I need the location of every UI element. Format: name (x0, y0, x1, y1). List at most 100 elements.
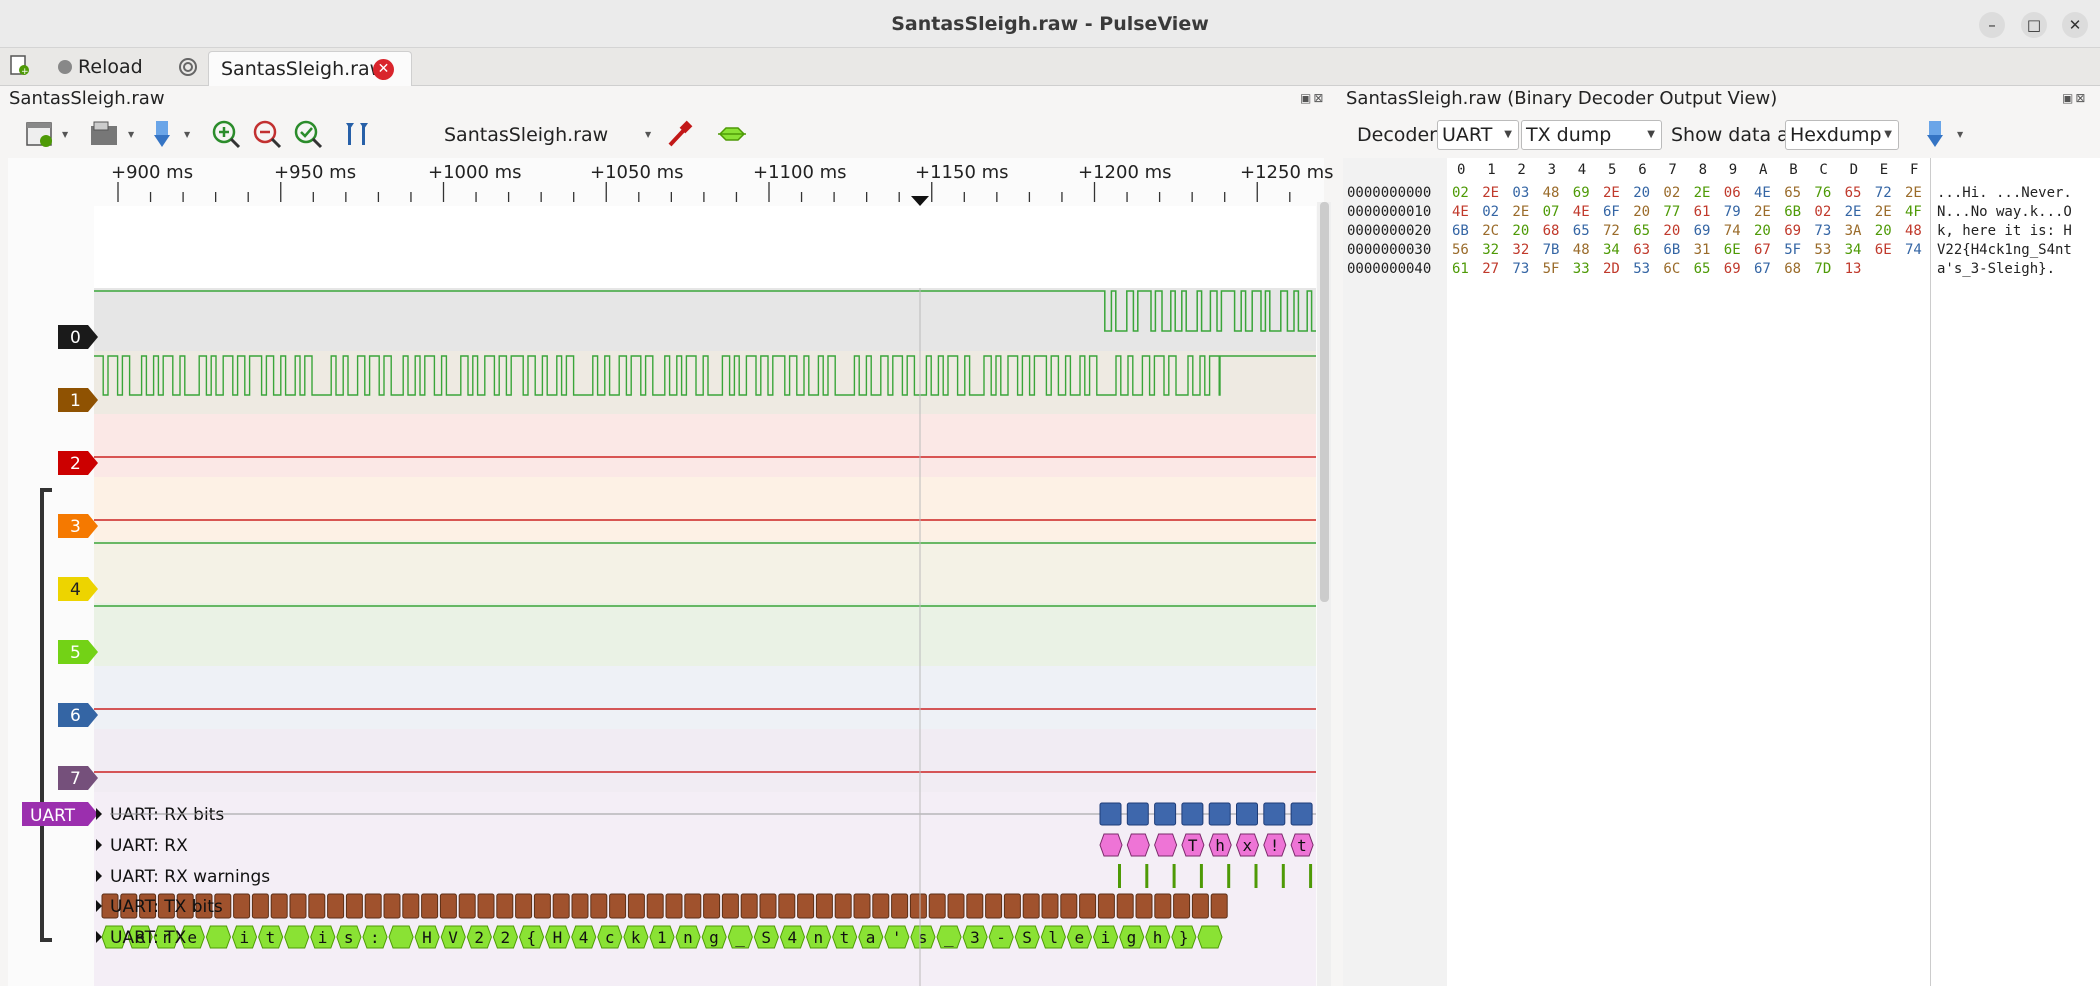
hex-byte[interactable]: 77 (1663, 204, 1680, 220)
decoder-select[interactable]: UART ▼ (1437, 120, 1519, 150)
hex-byte[interactable]: 65 (1694, 261, 1711, 277)
hex-byte[interactable]: 63 (1633, 242, 1650, 258)
zoom-fit-icon[interactable] (292, 118, 324, 150)
hex-byte[interactable]: 2E (1603, 185, 1620, 201)
save-output-icon[interactable] (1919, 118, 1951, 150)
reload-button[interactable]: Reload (58, 54, 143, 80)
hex-byte[interactable]: 07 (1543, 204, 1560, 220)
hex-byte[interactable]: 2D (1603, 261, 1620, 277)
zoom-out-icon[interactable] (251, 118, 283, 150)
hex-byte[interactable]: 20 (1512, 223, 1529, 239)
hex-byte[interactable]: 34 (1603, 242, 1620, 258)
hex-byte[interactable]: 32 (1482, 242, 1499, 258)
hex-byte[interactable]: 72 (1875, 185, 1892, 201)
hex-byte[interactable]: 4E (1754, 185, 1771, 201)
chevron-down-icon[interactable]: ▼ (62, 130, 68, 139)
hex-byte[interactable]: 20 (1754, 223, 1771, 239)
hex-byte[interactable]: 4E (1573, 204, 1590, 220)
hexdump-view[interactable]: 0123456789ABCDEF 0000000000 0000000010 000… (1343, 158, 2100, 986)
zoom-in-icon[interactable] (210, 118, 242, 150)
hex-byte[interactable]: 20 (1875, 223, 1892, 239)
hex-byte[interactable]: 61 (1452, 261, 1469, 277)
hex-byte[interactable]: 61 (1694, 204, 1711, 220)
close-window-button[interactable]: ✕ (2062, 12, 2088, 38)
hex-byte[interactable]: 2C (1482, 223, 1499, 239)
hex-byte[interactable]: 13 (1845, 261, 1862, 277)
hex-byte[interactable]: 65 (1633, 223, 1650, 239)
save-menu-icon[interactable] (88, 118, 120, 150)
hex-byte[interactable]: 79 (1724, 204, 1741, 220)
chevron-down-icon[interactable]: ▼ (128, 130, 134, 139)
tab-santassleigh[interactable]: SantasSleigh.raw ✕ (208, 51, 412, 86)
hex-byte[interactable]: 48 (1905, 223, 1922, 239)
probe-config-icon[interactable] (664, 118, 696, 150)
hex-byte[interactable]: 5F (1543, 261, 1560, 277)
hex-byte[interactable]: 3A (1845, 223, 1862, 239)
format-select[interactable]: Hexdump ▼ (1785, 120, 1899, 150)
hex-byte[interactable]: 2E (1694, 185, 1711, 201)
hex-byte[interactable]: 7B (1543, 242, 1560, 258)
hex-byte[interactable]: 68 (1543, 223, 1560, 239)
hex-byte[interactable]: 69 (1784, 223, 1801, 239)
hex-byte[interactable]: 2E (1875, 204, 1892, 220)
hex-byte[interactable]: 56 (1452, 242, 1469, 258)
chevron-down-icon[interactable]: ▼ (645, 130, 651, 139)
hex-byte[interactable]: 72 (1603, 223, 1620, 239)
hex-byte[interactable]: 2E (1512, 204, 1529, 220)
hex-byte[interactable]: 02 (1452, 185, 1469, 201)
session-icon-button[interactable] (178, 54, 198, 80)
hex-byte[interactable]: 2E (1754, 204, 1771, 220)
hex-byte[interactable]: 48 (1573, 242, 1590, 258)
maximize-button[interactable]: □ (2021, 12, 2047, 38)
left-panel-dock-buttons[interactable]: ▣⊠ (1300, 91, 1325, 105)
hex-byte[interactable]: 76 (1814, 185, 1831, 201)
hex-byte[interactable]: 20 (1633, 185, 1650, 201)
hex-byte[interactable]: 02 (1814, 204, 1831, 220)
hex-byte[interactable]: 53 (1633, 261, 1650, 277)
new-session-button[interactable]: + (9, 54, 29, 80)
add-decoder-icon[interactable] (716, 118, 748, 150)
hex-byte[interactable]: 02 (1663, 185, 1680, 201)
hex-byte[interactable]: 4F (1905, 204, 1922, 220)
hex-byte[interactable]: 69 (1694, 223, 1711, 239)
hex-byte[interactable]: 74 (1724, 223, 1741, 239)
hex-byte[interactable]: 4E (1452, 204, 1469, 220)
cursor-marker[interactable] (911, 196, 929, 206)
open-menu-icon[interactable] (24, 118, 56, 150)
minimize-button[interactable]: – (1979, 12, 2005, 38)
hex-byte[interactable]: 02 (1482, 204, 1499, 220)
chevron-down-icon[interactable]: ▼ (1957, 130, 1963, 139)
hex-byte[interactable]: 2E (1845, 204, 1862, 220)
hex-byte[interactable]: 68 (1784, 261, 1801, 277)
hex-byte[interactable]: 20 (1663, 223, 1680, 239)
right-panel-dock-buttons[interactable]: ▣⊠ (2062, 91, 2087, 105)
device-select[interactable]: SantasSleigh.raw (444, 124, 608, 146)
scrollbar-thumb[interactable] (1320, 202, 1329, 602)
hex-byte[interactable]: 34 (1845, 242, 1862, 258)
probe-icon[interactable] (146, 118, 178, 150)
hex-byte[interactable]: 2E (1905, 185, 1922, 201)
hex-byte[interactable]: 69 (1573, 185, 1590, 201)
hex-byte[interactable]: 69 (1724, 261, 1741, 277)
hex-byte[interactable]: 03 (1512, 185, 1529, 201)
hex-byte[interactable]: 6B (1784, 204, 1801, 220)
cursor-icon[interactable] (342, 118, 374, 150)
hex-byte[interactable]: 6B (1452, 223, 1469, 239)
hex-byte[interactable]: 31 (1694, 242, 1711, 258)
hex-byte[interactable]: 27 (1482, 261, 1499, 277)
dump-select[interactable]: TX dump ▼ (1521, 120, 1662, 150)
hex-byte[interactable]: 6E (1875, 242, 1892, 258)
hex-byte[interactable]: 53 (1814, 242, 1831, 258)
hex-byte[interactable]: 06 (1724, 185, 1741, 201)
waveform-view[interactable]: +900 ms +950 ms +1000 ms +1050 ms +1100 … (8, 158, 1334, 986)
hex-byte[interactable]: 6C (1663, 261, 1680, 277)
hex-byte[interactable]: 33 (1573, 261, 1590, 277)
hex-byte[interactable]: 74 (1905, 242, 1922, 258)
hex-byte[interactable]: 5F (1784, 242, 1801, 258)
close-tab-icon[interactable]: ✕ (373, 59, 394, 80)
waveform-scrollbar[interactable] (1317, 202, 1331, 986)
hex-byte[interactable]: 67 (1754, 261, 1771, 277)
hex-byte[interactable]: 6F (1603, 204, 1620, 220)
hex-byte[interactable]: 7D (1814, 261, 1831, 277)
hex-byte[interactable]: 65 (1573, 223, 1590, 239)
